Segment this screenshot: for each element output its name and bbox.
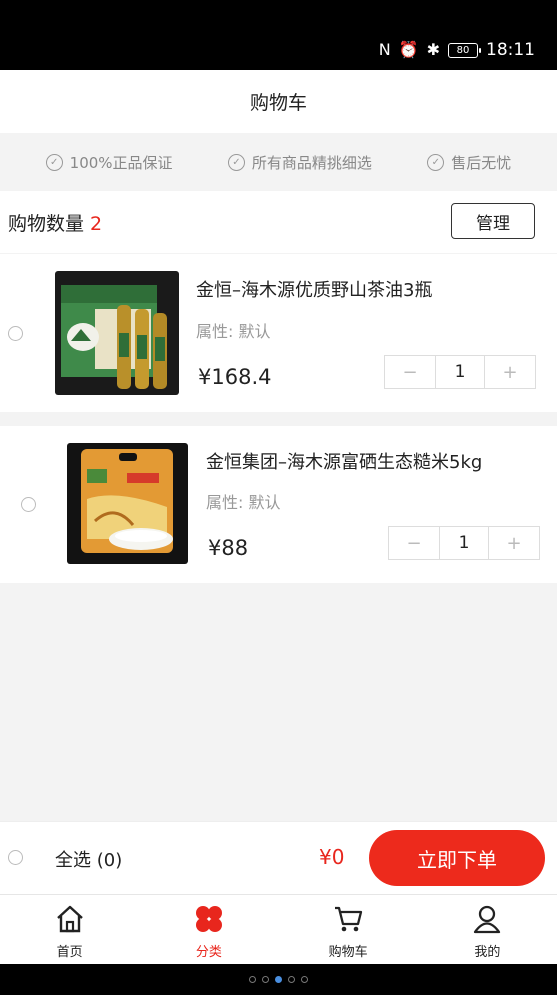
guarantee-label: 所有商品精挑细选 [251,153,372,172]
item-select-radio[interactable] [21,497,36,512]
product-title[interactable]: 金恒集团–海木源富硒生态糙米5kg [206,448,482,474]
decrease-button[interactable]: − [389,527,439,559]
category-icon [195,906,222,932]
quantity-stepper: − 1 + [384,355,536,389]
manage-button[interactable]: 管理 [451,203,535,239]
cart-count-row: 购物数量 2 管理 [0,191,557,253]
tab-profile[interactable]: 我的 [418,895,557,964]
tab-cart[interactable]: 购物车 [279,895,418,964]
profile-icon [474,905,501,934]
guarantee-item: ✓ 100%正品保证 [45,152,173,173]
cart-count-text: 购物数量 [8,213,85,235]
bottom-tab-bar: 首页 分类 购物车 我的 [0,894,557,964]
page-indicator-dot [288,976,295,983]
product-price: ¥88 [208,536,249,560]
checkout-bar: 全选 (0) ¥0 立即下单 [0,821,557,894]
guarantee-label: 售后无忧 [451,153,512,172]
check-circle-icon: ✓ [227,153,245,171]
product-attribute: 属性: 默认 [206,493,281,512]
check-circle-icon: ✓ [427,153,445,171]
page-title: 购物车 [0,70,557,133]
quantity-value[interactable]: 1 [439,527,489,559]
cart-count-label: 购物数量 2 [8,209,102,236]
cart-icon [335,906,363,932]
increase-button[interactable]: + [485,356,535,388]
total-price: ¥0 [319,845,345,869]
page-indicator-dot [249,976,256,983]
product-attribute: 属性: 默认 [196,322,271,341]
place-order-button[interactable]: 立即下单 [369,830,545,886]
guarantee-bar: ✓ 100%正品保证 ✓ 所有商品精挑细选 ✓ 售后无忧 [0,133,557,191]
clock: 18:11 [486,40,535,60]
product-image[interactable] [55,271,179,395]
cart-count-value: 2 [90,213,103,235]
select-all-radio[interactable] [8,850,23,865]
cart-item: 金恒–海木源优质野山茶油3瓶 属性: 默认 ¥168.4 − 1 + [0,254,557,412]
increase-button[interactable]: + [489,527,539,559]
quantity-stepper: − 1 + [388,526,540,560]
battery-icon: 80 [448,42,481,58]
status-icons: N ⏰ ✱ 80 18:11 [379,38,535,62]
cart-item: 金恒集团–海木源富硒生态糙米5kg 属性: 默认 ¥88 − 1 + [0,426,557,583]
system-nav-bar [0,964,557,995]
nfc-icon: N [378,40,391,59]
guarantee-item: ✓ 售后无忧 [427,152,511,173]
home-icon [56,905,83,933]
select-all-label[interactable]: 全选 (0) [55,846,122,872]
tab-label: 分类 [195,945,222,960]
quantity-value[interactable]: 1 [435,356,485,388]
item-select-radio[interactable] [8,326,23,341]
check-circle-icon: ✓ [45,153,63,171]
tab-home[interactable]: 首页 [0,895,139,964]
alarm-icon: ⏰ [398,40,419,59]
tab-label: 首页 [56,945,83,960]
product-price: ¥168.4 [198,365,272,389]
tab-category[interactable]: 分类 [139,895,278,964]
tab-label: 我的 [474,945,501,960]
product-image[interactable] [67,443,188,564]
bluetooth-icon: ✱ [426,40,440,59]
page-indicator-dot [275,976,282,983]
page-indicator-dot [262,976,269,983]
product-title[interactable]: 金恒–海木源优质野山茶油3瓶 [196,276,432,302]
page-indicator-dot [301,976,308,983]
decrease-button[interactable]: − [385,356,435,388]
status-bar: N ⏰ ✱ 80 18:11 [0,0,557,70]
guarantee-item: ✓ 所有商品精挑细选 [227,152,372,173]
guarantee-label: 100%正品保证 [69,153,173,172]
tab-label: 购物车 [328,945,368,960]
